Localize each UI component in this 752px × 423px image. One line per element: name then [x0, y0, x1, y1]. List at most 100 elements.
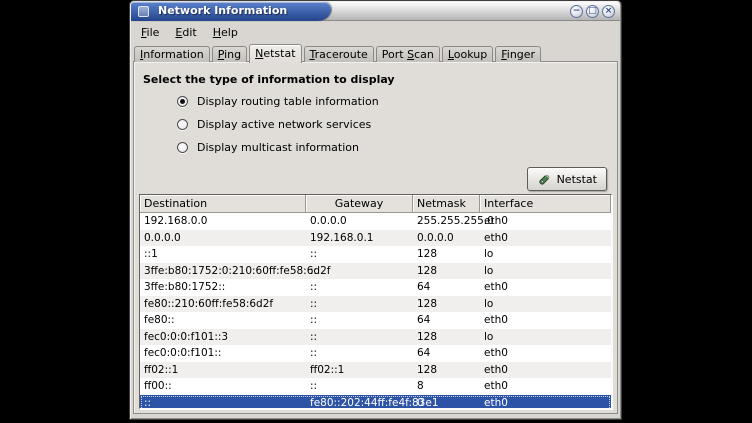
- table-cell: 128: [413, 296, 480, 313]
- table-cell: 3ffe:b80:1752::: [140, 279, 306, 296]
- radio-option-label: Display active network services: [197, 118, 371, 131]
- table-cell: ff02::1: [306, 362, 413, 379]
- table-cell: ::: [306, 378, 413, 395]
- table-cell: ::: [306, 246, 413, 263]
- table-cell: 0: [413, 395, 480, 410]
- table-cell: 192.168.0.1: [306, 230, 413, 247]
- table-row[interactable]: ::1::128lo: [140, 246, 611, 263]
- table-cell: 0.0.0.0: [306, 213, 413, 230]
- table-cell: eth0: [480, 213, 611, 230]
- menu-help-accel: H: [213, 26, 221, 39]
- radio-unselected-icon[interactable]: [177, 119, 188, 130]
- radio-option-0[interactable]: Display routing table information: [177, 95, 617, 108]
- tab-label-part: inger: [507, 48, 535, 61]
- table-cell: fe80::: [140, 312, 306, 329]
- radio-option-1[interactable]: Display active network services: [177, 118, 617, 131]
- column-header-netmask[interactable]: Netmask: [413, 195, 480, 213]
- table-row[interactable]: fe80::210:60ff:fe58:6d2f::128lo: [140, 296, 611, 313]
- radio-unselected-icon[interactable]: [177, 142, 188, 153]
- table-row[interactable]: ff02::1ff02::1128eth0: [140, 362, 611, 379]
- table-row[interactable]: ff00::::8eth0: [140, 378, 611, 395]
- table-row[interactable]: 192.168.0.00.0.0.0255.255.255.0eth0: [140, 213, 611, 230]
- table-row[interactable]: fe80::::64eth0: [140, 312, 611, 329]
- menubar: File Edit Help: [133, 22, 246, 42]
- table-cell: 192.168.0.0: [140, 213, 306, 230]
- column-header-gateway[interactable]: Gateway: [306, 195, 413, 213]
- tab-label-part: ookup: [454, 48, 487, 61]
- tab-traceroute[interactable]: Traceroute: [304, 46, 374, 62]
- table-cell: fe80::210:60ff:fe58:6d2f: [140, 296, 306, 313]
- tab-label-part: can: [414, 48, 434, 61]
- routing-table-body: 192.168.0.00.0.0.0255.255.255.0eth00.0.0…: [140, 213, 611, 409]
- radio-option-2[interactable]: Display multicast information: [177, 141, 617, 154]
- info-type-options: Display routing table information Display…: [177, 95, 617, 154]
- menu-help[interactable]: Help: [205, 23, 246, 42]
- table-cell: lo: [480, 329, 611, 346]
- table-cell: eth0: [480, 395, 611, 410]
- column-header-destination[interactable]: Destination: [140, 195, 306, 213]
- table-cell: ::: [306, 263, 413, 280]
- window-controls: − □ ×: [570, 5, 615, 18]
- tab-label-part: ing: [224, 48, 241, 61]
- table-cell: 8: [413, 378, 480, 395]
- table-row[interactable]: 3ffe:b80:1752::::64eth0: [140, 279, 611, 296]
- table-cell: fe80::202:44ff:fe4f:83e1: [306, 395, 413, 410]
- tab-netstat[interactable]: Netstat: [249, 44, 301, 63]
- netstat-plug-icon: [537, 172, 553, 187]
- netstat-button[interactable]: Netstat: [527, 167, 607, 191]
- radio-selected-icon[interactable]: [177, 96, 188, 107]
- column-header-interface[interactable]: Interface: [480, 195, 611, 213]
- tab-lookup[interactable]: Lookup: [442, 46, 493, 62]
- table-cell: eth0: [480, 378, 611, 395]
- menu-edit[interactable]: Edit: [167, 23, 204, 42]
- menu-help-post: elp: [221, 26, 238, 39]
- routing-table: Destination Gateway Netmask Interface 19…: [139, 194, 612, 409]
- table-cell: ::: [306, 345, 413, 362]
- menu-edit-post: dit: [182, 26, 196, 39]
- table-cell: ff02::1: [140, 362, 306, 379]
- window-app-icon: [138, 6, 149, 17]
- table-row[interactable]: fec0:0:0:f101::3::128lo: [140, 329, 611, 346]
- network-information-window: Network Information − □ × File Edit Help…: [129, 0, 622, 420]
- table-cell: lo: [480, 246, 611, 263]
- maximize-button[interactable]: □: [586, 5, 599, 18]
- table-cell: 64: [413, 345, 480, 362]
- tab-finger[interactable]: Finger: [495, 46, 541, 62]
- window-title: Network Information: [158, 2, 287, 20]
- tab-label-part: etstat: [263, 47, 295, 60]
- table-cell: lo: [480, 296, 611, 313]
- table-row[interactable]: ::fe80::202:44ff:fe4f:83e10eth0: [140, 395, 611, 410]
- tab-information[interactable]: Information: [134, 46, 210, 62]
- menu-file[interactable]: File: [133, 23, 167, 42]
- table-cell: fec0:0:0:f101::3: [140, 329, 306, 346]
- table-row[interactable]: fec0:0:0:f101::::64eth0: [140, 345, 611, 362]
- table-row[interactable]: 3ffe:b80:1752:0:210:60ff:fe58:6d2f::128l…: [140, 263, 611, 280]
- table-cell: 3ffe:b80:1752:0:210:60ff:fe58:6d2f: [140, 263, 306, 280]
- table-cell: 255.255.255.0: [413, 213, 480, 230]
- desktop-background: Network Information − □ × File Edit Help…: [0, 0, 752, 423]
- table-cell: ::: [140, 395, 306, 410]
- routing-table-header: Destination Gateway Netmask Interface: [140, 195, 611, 213]
- netstat-tab-panel: Select the type of information to displa…: [133, 61, 618, 414]
- table-cell: ::: [306, 329, 413, 346]
- info-type-group-label: Select the type of information to displa…: [143, 73, 617, 86]
- table-cell: fec0:0:0:f101::: [140, 345, 306, 362]
- table-cell: ::: [306, 279, 413, 296]
- tab-ping[interactable]: Ping: [212, 46, 247, 62]
- radio-option-label: Display multicast information: [197, 141, 359, 154]
- table-row[interactable]: 0.0.0.0192.168.0.10.0.0.0eth0: [140, 230, 611, 247]
- table-cell: ff00::: [140, 378, 306, 395]
- tab-port-scan[interactable]: Port Scan: [376, 46, 440, 62]
- button-row: Netstat: [134, 167, 607, 191]
- table-cell: eth0: [480, 362, 611, 379]
- menu-file-post: ile: [147, 26, 160, 39]
- table-cell: 64: [413, 312, 480, 329]
- table-cell: eth0: [480, 279, 611, 296]
- tab-label-part: Port: [382, 48, 407, 61]
- table-cell: eth0: [480, 230, 611, 247]
- titlebar[interactable]: Network Information − □ ×: [131, 2, 620, 21]
- minimize-button[interactable]: −: [570, 5, 583, 18]
- close-button[interactable]: ×: [602, 5, 615, 18]
- table-cell: 128: [413, 329, 480, 346]
- table-cell: ::: [306, 296, 413, 313]
